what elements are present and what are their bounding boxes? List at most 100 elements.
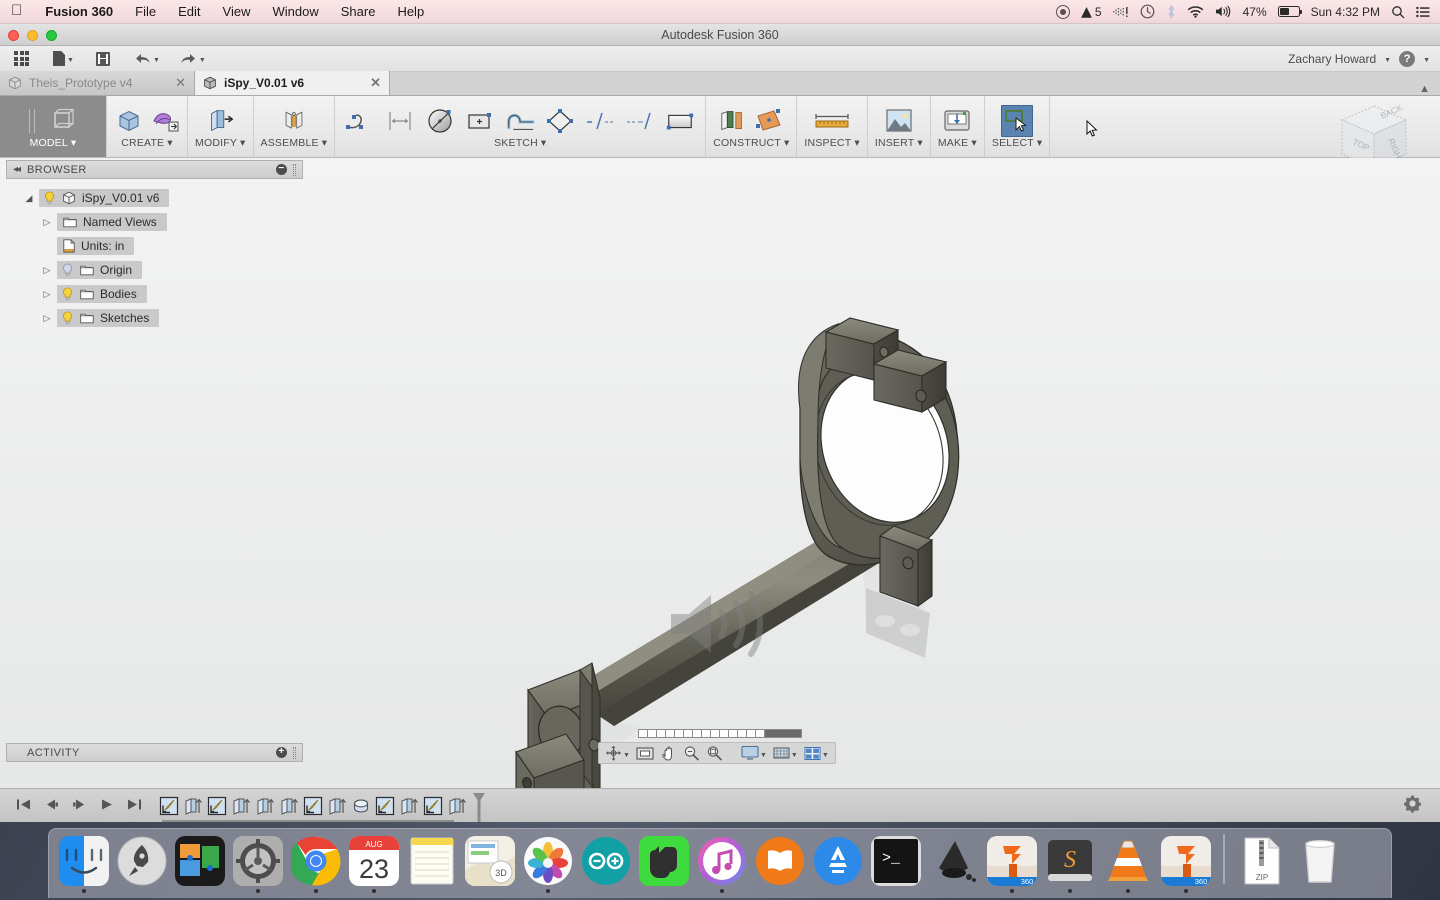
- dock-item-launchpad[interactable]: [113, 836, 171, 893]
- step-forward-icon[interactable]: [72, 798, 87, 814]
- expand-arrow-icon[interactable]: ◢: [24, 193, 34, 204]
- dock-item-zip-file[interactable]: ZIP: [1233, 836, 1291, 893]
- timeline-marker[interactable]: [472, 793, 482, 819]
- make-chevron-down-icon[interactable]: ▾: [971, 137, 976, 149]
- dock-item-fusion360-client[interactable]: 360: [1157, 836, 1215, 893]
- time-machine-icon[interactable]: [1140, 4, 1155, 19]
- ribbon-panel-make[interactable]: MAKE▾: [931, 96, 985, 157]
- dock-item-maps[interactable]: 3D: [461, 836, 519, 893]
- menu-item-edit[interactable]: Edit: [167, 4, 211, 19]
- timeline-feature-extrude[interactable]: [278, 795, 300, 817]
- dotted-icon[interactable]: [1113, 6, 1129, 18]
- tree-item-origin[interactable]: ▷ Origin: [6, 258, 303, 282]
- autodesk-icon[interactable]: ▲5: [1081, 4, 1101, 20]
- activity-add-icon[interactable]: +: [276, 747, 287, 758]
- spline-icon[interactable]: [345, 106, 375, 136]
- grid-chevron-down-icon[interactable]: ▼: [791, 752, 798, 759]
- new-document-button[interactable]: ▼: [48, 49, 79, 68]
- dock-item-chrome[interactable]: [287, 836, 345, 893]
- display-settings-icon[interactable]: ▼: [738, 744, 770, 762]
- construct-chevron-down-icon[interactable]: ▾: [784, 137, 789, 149]
- dock-item-inkscape[interactable]: [925, 836, 983, 893]
- polygon-icon[interactable]: [545, 106, 575, 136]
- create-sketch-icon[interactable]: [150, 106, 180, 136]
- ribbon-panel-insert[interactable]: INSERT▾: [868, 96, 931, 157]
- tree-item-named-views[interactable]: ▷ Named Views: [6, 210, 303, 234]
- apps-grid-icon[interactable]: [9, 49, 34, 68]
- dock-item-arduino[interactable]: [577, 836, 635, 893]
- timeline-feature-extrude[interactable]: [230, 795, 252, 817]
- assemble-chevron-down-icon[interactable]: ▾: [322, 137, 327, 149]
- wifi-icon[interactable]: [1187, 5, 1204, 18]
- dock-item-finder[interactable]: [55, 836, 113, 893]
- dock-item-sublime-text[interactable]: S: [1041, 836, 1099, 893]
- apple-logo-icon[interactable]: : [11, 3, 22, 18]
- joint-icon[interactable]: [279, 106, 309, 136]
- display-chevron-down-icon[interactable]: ▼: [760, 752, 767, 759]
- ribbon-panel-inspect[interactable]: INSPECT▾: [797, 96, 867, 157]
- pan-icon[interactable]: [657, 744, 680, 762]
- dock-item-terminal[interactable]: >_: [867, 836, 925, 893]
- browser-panel-header[interactable]: ◂◂ BROWSER −: [6, 160, 303, 179]
- workspace-switcher-model[interactable]: MODEL▾: [0, 96, 107, 157]
- insert-chevron-down-icon[interactable]: ▾: [917, 137, 922, 149]
- dock-item-vlc[interactable]: [1099, 836, 1157, 893]
- menu-item-share[interactable]: Share: [330, 4, 387, 19]
- expand-arrow-icon[interactable]: ▷: [42, 313, 52, 324]
- tree-item-ispy-root[interactable]: ◢ iSpy_V0.01 v6: [6, 186, 303, 210]
- expand-arrow-icon[interactable]: ▷: [42, 217, 52, 228]
- ribbon-panel-select[interactable]: SELECT▾: [985, 96, 1051, 157]
- 3d-print-icon[interactable]: [942, 106, 972, 136]
- help-chevron-down-icon[interactable]: ▼: [1423, 57, 1430, 64]
- dock-item-mission-control[interactable]: [171, 836, 229, 893]
- go-to-beginning-icon[interactable]: [16, 798, 31, 814]
- lightbulb-icon[interactable]: [61, 287, 74, 301]
- press-pull-icon[interactable]: [205, 106, 235, 136]
- dock-item-trash[interactable]: [1291, 836, 1349, 893]
- dock-item-fusion360[interactable]: 360: [983, 836, 1041, 893]
- insert-image-icon[interactable]: [884, 106, 914, 136]
- undo-button[interactable]: ▼: [129, 50, 165, 67]
- collapse-ribbon-chevron-up-icon[interactable]: ▲: [1419, 83, 1440, 95]
- dock-item-notes[interactable]: [403, 836, 461, 893]
- close-tab-icon[interactable]: ✕: [175, 75, 186, 91]
- timeline-feature-sketch[interactable]: [374, 795, 396, 817]
- close-tab-icon[interactable]: ✕: [370, 75, 381, 91]
- dock-item-photos[interactable]: [519, 836, 577, 893]
- ribbon-panel-construct[interactable]: CONSTRUCT▾: [706, 96, 797, 157]
- expand-arrow-icon[interactable]: ▷: [42, 265, 52, 276]
- gear-icon[interactable]: [1403, 794, 1422, 818]
- fit-icon[interactable]: [633, 745, 657, 762]
- zoom-window-icon[interactable]: [703, 744, 726, 762]
- lightbulb-icon[interactable]: [43, 191, 56, 205]
- tree-item-sketches[interactable]: ▷ Sketches: [6, 306, 303, 330]
- menu-item-file[interactable]: File: [124, 4, 167, 19]
- dock-item-ibooks[interactable]: [751, 836, 809, 893]
- orbit-icon[interactable]: ▼: [602, 744, 633, 763]
- trim-icon[interactable]: [585, 106, 615, 136]
- timeline-feature-extrude[interactable]: [254, 795, 276, 817]
- activity-panel-header[interactable]: ACTIVITY +: [6, 743, 303, 762]
- zoom-icon[interactable]: [680, 744, 703, 762]
- timeline-feature-sketch[interactable]: [206, 795, 228, 817]
- ribbon-panel-create[interactable]: CREATE▾: [107, 96, 188, 157]
- inspect-chevron-down-icon[interactable]: ▾: [854, 137, 859, 149]
- offset-icon[interactable]: [505, 106, 535, 136]
- dock-item-calendar[interactable]: AUG 23: [345, 836, 403, 893]
- dock-item-itunes[interactable]: [693, 836, 751, 893]
- play-icon[interactable]: [100, 798, 114, 814]
- timeline-feature-extrude[interactable]: [398, 795, 420, 817]
- tree-item-units[interactable]: Units: in: [6, 234, 303, 258]
- browser-action-icon[interactable]: −: [276, 164, 287, 175]
- create-chevron-down-icon[interactable]: ▾: [167, 137, 172, 149]
- menu-item-window[interactable]: Window: [261, 4, 329, 19]
- user-menu-chevron-down-icon[interactable]: ▼: [1384, 57, 1391, 64]
- viewports-icon[interactable]: ▼: [801, 745, 832, 762]
- document-tab-ispy[interactable]: iSpy_V0.01 v6 ✕: [195, 71, 390, 95]
- timeline-feature-sketch[interactable]: [302, 795, 324, 817]
- zoom-button[interactable]: [46, 30, 57, 41]
- menu-clock[interactable]: Sun 4:32 PM: [1311, 5, 1380, 19]
- lightbulb-icon[interactable]: [61, 311, 74, 325]
- go-to-end-icon[interactable]: [127, 798, 142, 814]
- offset-plane-icon[interactable]: [718, 106, 748, 136]
